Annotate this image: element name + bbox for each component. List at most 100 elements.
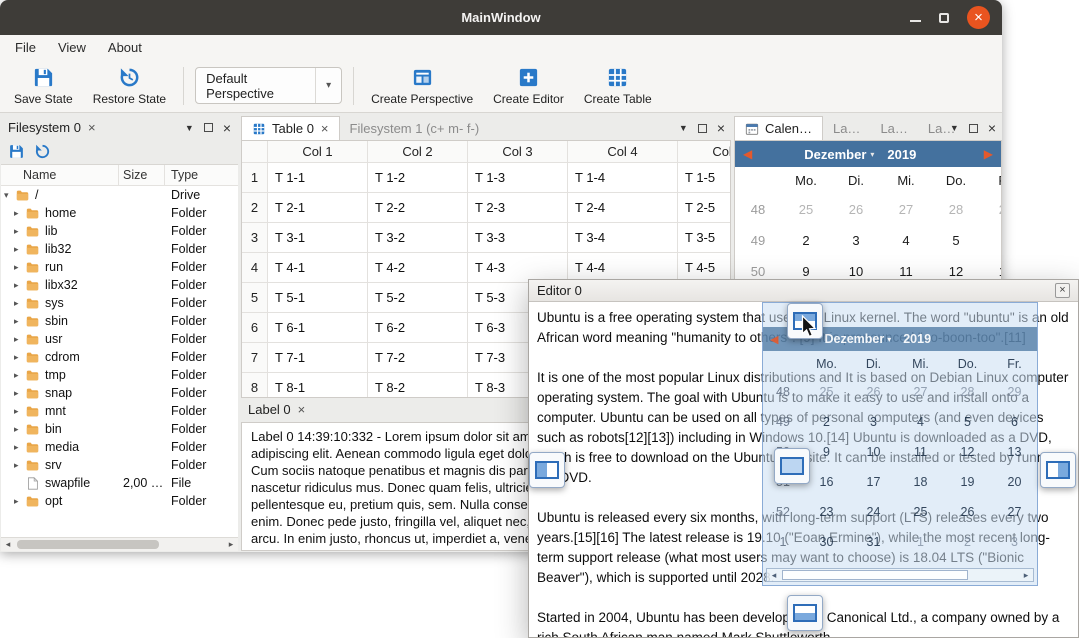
tree-row[interactable]: ▾ / Drive: [1, 186, 238, 204]
minimize-icon[interactable]: [910, 20, 921, 22]
table-cell[interactable]: T 2-2: [368, 193, 468, 223]
calendar-day[interactable]: 4: [881, 233, 931, 248]
dock-right-indicator-icon[interactable]: [1040, 452, 1076, 488]
table-cell[interactable]: T 1-5: [678, 163, 731, 193]
filesystem-dock-title[interactable]: Filesystem 0: [8, 120, 81, 135]
row-header[interactable]: 1: [242, 163, 268, 193]
tree-row[interactable]: ▸ lib Folder: [1, 222, 238, 240]
tree-row[interactable]: ▸ opt Folder: [1, 492, 238, 510]
close-icon[interactable]: ×: [298, 403, 306, 416]
menu-file[interactable]: File: [4, 40, 47, 55]
row-header[interactable]: 4: [242, 253, 268, 283]
tree-row[interactable]: swapfile 2,00 … File: [1, 474, 238, 492]
table-cell[interactable]: T 3-3: [468, 223, 568, 253]
titlebar[interactable]: MainWindow ×: [0, 0, 1002, 35]
menu-about[interactable]: About: [97, 40, 153, 55]
expand-arrow-icon[interactable]: ▸: [14, 496, 25, 507]
float-icon[interactable]: [969, 124, 978, 133]
table-cell[interactable]: T 3-2: [368, 223, 468, 253]
save-state-button[interactable]: Save State: [4, 62, 83, 110]
expand-arrow-icon[interactable]: ▸: [14, 244, 25, 255]
expand-arrow-icon[interactable]: ▸: [14, 316, 25, 327]
table-cell[interactable]: T 8-2: [368, 373, 468, 398]
editor-titlebar[interactable]: Editor 0 ×: [529, 280, 1078, 302]
create-editor-button[interactable]: Create Editor: [483, 62, 574, 110]
expand-arrow-icon[interactable]: ▸: [14, 208, 25, 219]
expand-arrow-icon[interactable]: ▸: [14, 406, 25, 417]
table-cell[interactable]: T 3-5: [678, 223, 731, 253]
label-dock-title[interactable]: Label 0: [248, 402, 291, 417]
table-cell[interactable]: T 5-1: [268, 283, 368, 313]
row-header[interactable]: 2: [242, 193, 268, 223]
tab-filesystem-1[interactable]: Filesystem 1 (c+ m- f-): [340, 116, 490, 140]
close-icon[interactable]: ×: [223, 121, 231, 135]
create-table-button[interactable]: Create Table: [574, 62, 662, 110]
row-header[interactable]: 3: [242, 223, 268, 253]
prev-month-icon[interactable]: ◀: [743, 147, 752, 161]
expand-arrow-icon[interactable]: ▸: [14, 298, 25, 309]
table-column-header[interactable]: Col 1: [268, 141, 368, 163]
restore-icon[interactable]: [34, 143, 51, 160]
table-cell[interactable]: T 4-2: [368, 253, 468, 283]
expand-arrow-icon[interactable]: ▸: [14, 370, 25, 381]
table-cell[interactable]: T 1-1: [268, 163, 368, 193]
calendar-day[interactable]: 25: [781, 202, 831, 217]
float-icon[interactable]: [204, 123, 213, 132]
tree-row[interactable]: ▸ home Folder: [1, 204, 238, 222]
calendar-day[interactable]: 29: [981, 202, 1002, 217]
table-cell[interactable]: T 1-2: [368, 163, 468, 193]
expand-arrow-icon[interactable]: ▸: [14, 352, 25, 363]
expand-arrow-icon[interactable]: ▸: [14, 262, 25, 273]
tree-row[interactable]: ▸ usr Folder: [1, 330, 238, 348]
calendar-day[interactable]: 3: [831, 233, 881, 248]
float-icon[interactable]: [698, 124, 707, 133]
calendar-day[interactable]: 13: [981, 264, 1002, 279]
expand-arrow-icon[interactable]: ▸: [14, 442, 25, 453]
calendar-day[interactable]: 2: [781, 233, 831, 248]
expand-arrow-icon[interactable]: ▸: [14, 334, 25, 345]
expand-arrow-icon[interactable]: ▸: [14, 388, 25, 399]
table-cell[interactable]: T 3-1: [268, 223, 368, 253]
close-icon[interactable]: ×: [321, 122, 329, 135]
maximize-icon[interactable]: [939, 13, 949, 23]
tree-row[interactable]: ▸ tmp Folder: [1, 366, 238, 384]
save-icon[interactable]: [8, 143, 25, 160]
table-cell[interactable]: T 8-1: [268, 373, 368, 398]
tree-row[interactable]: ▸ sys Folder: [1, 294, 238, 312]
tree-row[interactable]: ▸ srv Folder: [1, 456, 238, 474]
tree-row[interactable]: ▸ media Folder: [1, 438, 238, 456]
calendar-day[interactable]: 28: [931, 202, 981, 217]
calendar-day[interactable]: 12: [931, 264, 981, 279]
tree-row[interactable]: ▸ lib32 Folder: [1, 240, 238, 258]
table-column-header[interactable]: Col 2: [368, 141, 468, 163]
tree-row[interactable]: ▸ cdrom Folder: [1, 348, 238, 366]
dock-bottom-indicator-icon[interactable]: [787, 595, 823, 631]
row-header[interactable]: 5: [242, 283, 268, 313]
horizontal-scrollbar[interactable]: ◂ ▸: [1, 537, 238, 551]
table-cell[interactable]: T 6-2: [368, 313, 468, 343]
table-cell[interactable]: T 4-1: [268, 253, 368, 283]
table-cell[interactable]: T 5-2: [368, 283, 468, 313]
tab-label-widget[interactable]: La…: [870, 116, 917, 140]
tree-row[interactable]: ▸ snap Folder: [1, 384, 238, 402]
scrollbar-thumb[interactable]: [17, 540, 159, 549]
scrollbar-track[interactable]: [15, 538, 224, 551]
close-icon[interactable]: ×: [717, 121, 725, 135]
tab-calendar[interactable]: Calen…: [734, 116, 823, 140]
row-header[interactable]: 8: [242, 373, 268, 398]
year-label[interactable]: 2019: [887, 147, 916, 162]
restore-state-button[interactable]: Restore State: [83, 62, 176, 110]
expand-arrow-icon[interactable]: ▸: [14, 226, 25, 237]
column-header-size[interactable]: Size: [119, 165, 165, 185]
column-header-name[interactable]: Name: [1, 165, 119, 185]
tree-row[interactable]: ▸ run Folder: [1, 258, 238, 276]
table-cell[interactable]: T 2-5: [678, 193, 731, 223]
next-month-icon[interactable]: ▶: [984, 147, 993, 161]
tab-table-0[interactable]: Table 0 ×: [241, 116, 340, 140]
dock-left-indicator-icon[interactable]: [529, 452, 565, 488]
calendar-day[interactable]: 5: [931, 233, 981, 248]
calendar-day[interactable]: 26: [831, 202, 881, 217]
close-icon[interactable]: ×: [967, 6, 990, 29]
calendar-day[interactable]: 9: [781, 264, 831, 279]
month-label[interactable]: Dezember: [804, 147, 866, 162]
